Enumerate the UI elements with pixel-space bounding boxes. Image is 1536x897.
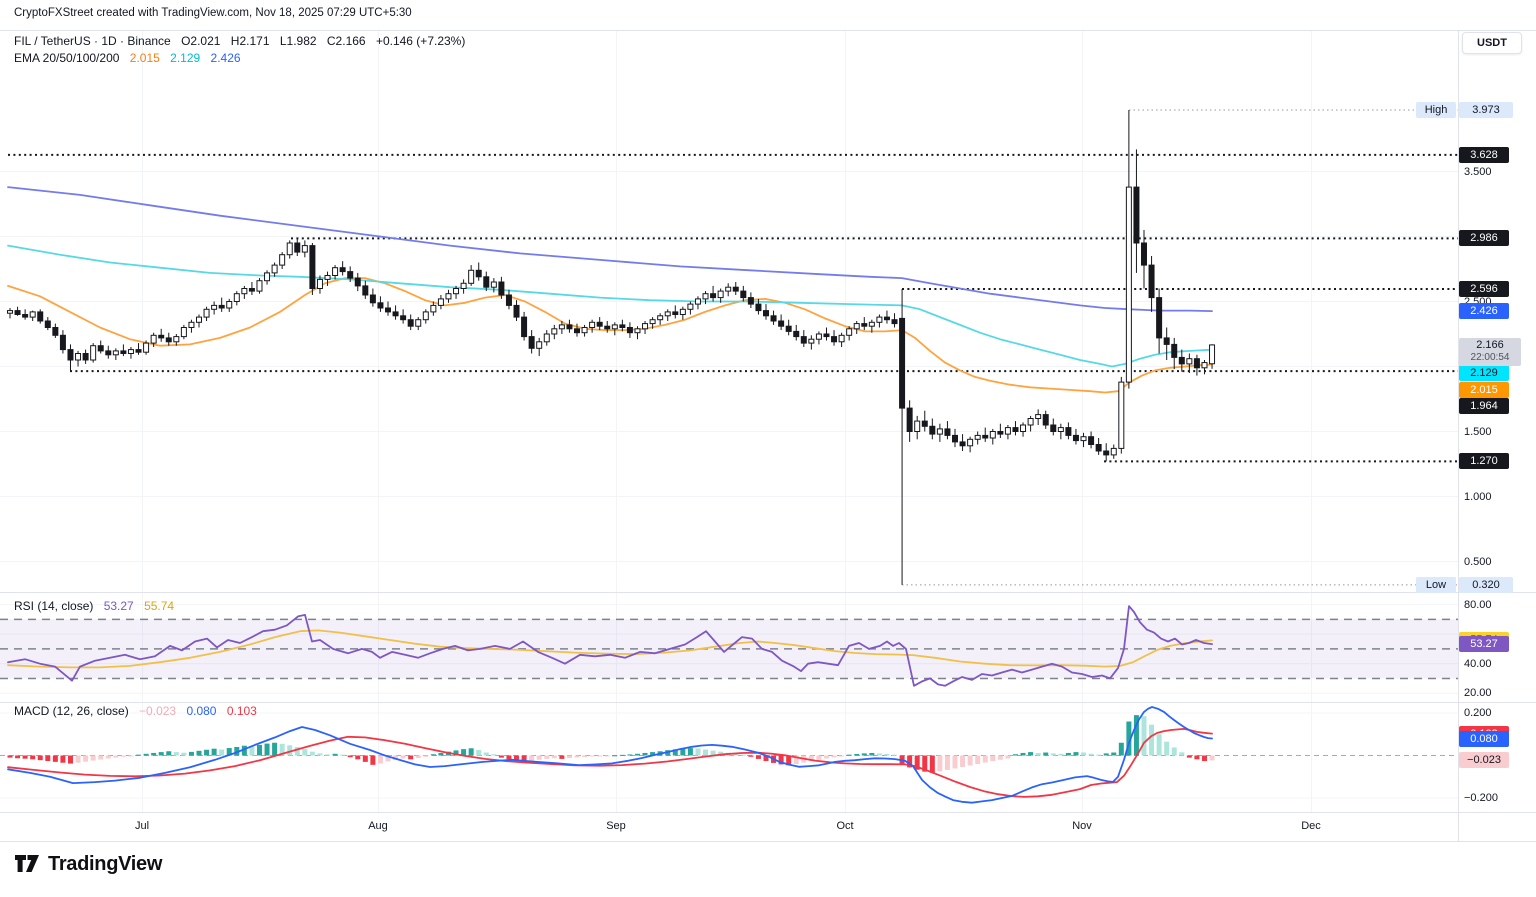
rsi-tick-80.00: 80.00 (1464, 597, 1492, 613)
high-value-label: 3.973 (1459, 102, 1513, 118)
price-label-2.986: 2.986 (1459, 230, 1509, 246)
time-label-jul[interactable]: Jul (135, 820, 149, 832)
gridlines (0, 30, 1458, 812)
rsi-value: 53.27 (104, 599, 134, 613)
price-label-1.270: 1.270 (1459, 453, 1509, 469)
high-label: High (1416, 102, 1456, 118)
attribution-text: CryptoFXStreet created with TradingView.… (14, 7, 412, 19)
ema200-value: 2.426 (211, 51, 241, 65)
ema200-line (8, 187, 1212, 311)
price-label-2.129: 2.129 (1459, 365, 1509, 381)
macd-legend-row: MACD (12, 26, close) −0.023 0.080 0.103 (14, 704, 264, 718)
price-label-2.426: 2.426 (1459, 303, 1509, 319)
ohlc-change: +0.146 (+7.23%) (376, 34, 465, 48)
macd-label-−0.023: −0.023 (1459, 752, 1509, 768)
price-label-2.015: 2.015 (1459, 382, 1509, 398)
macd-legend-label[interactable]: MACD (12, 26, close) (14, 704, 129, 718)
low-value-label: 0.320 (1459, 577, 1513, 593)
tradingview-logo[interactable]: TradingView (14, 852, 162, 876)
price-label-1.964: 1.964 (1459, 398, 1509, 414)
ema-legend-row: EMA 20/50/100/200 2.015 2.129 2.426 (14, 51, 248, 65)
macd-histogram-value: −0.023 (139, 704, 176, 718)
price-tick-3.500: 3.500 (1464, 164, 1492, 180)
symbol-title[interactable]: FIL / TetherUS · 1D · Binance (14, 34, 171, 48)
tradingview-chart-window: CryptoFXStreet created with TradingView.… (0, 0, 1536, 897)
chart-canvas[interactable] (0, 0, 1536, 897)
rsi-legend-label[interactable]: RSI (14, close) (14, 599, 93, 613)
macd-tick-−0.200: −0.200 (1464, 790, 1498, 806)
ema50-value: 2.129 (170, 51, 200, 65)
symbol-info-row: FIL / TetherUS · 1D · Binance O2.021 H2.… (14, 34, 472, 48)
rsi-legend-row: RSI (14, close) 53.27 55.74 (14, 599, 181, 613)
time-label-oct[interactable]: Oct (836, 820, 853, 832)
ohlc-high: H2.171 (231, 34, 270, 48)
macd-signal-value: 0.103 (227, 704, 257, 718)
price-tick-0.500: 0.500 (1464, 554, 1492, 570)
current-price-value: 2.166 (1459, 338, 1521, 352)
macd-line-value: 0.080 (186, 704, 216, 718)
ema100-line (8, 246, 1212, 367)
bar-countdown: 22:00:54 (1459, 352, 1521, 364)
rsi-tick-20.00: 20.00 (1464, 685, 1492, 701)
ema20-line (8, 278, 1212, 392)
price-level-lines (8, 110, 1458, 585)
low-label: Low (1416, 577, 1456, 593)
ema-legend-label[interactable]: EMA 20/50/100/200 (14, 51, 119, 65)
price-tick-1.000: 1.000 (1464, 489, 1492, 505)
rsi-label-53.27: 53.27 (1459, 636, 1509, 652)
ohlc-close: C2.166 (327, 34, 366, 48)
rsi-ma-value: 55.74 (144, 599, 174, 613)
time-label-aug[interactable]: Aug (368, 820, 388, 832)
macd-label-0.080: 0.080 (1459, 731, 1509, 747)
rsi-tick-40.00: 40.00 (1464, 656, 1492, 672)
ema20-value: 2.015 (130, 51, 160, 65)
macd-tick-0.200: 0.200 (1464, 705, 1492, 721)
price-tick-1.500: 1.500 (1464, 424, 1492, 440)
tradingview-logo-icon (14, 852, 40, 876)
price-label-2.596: 2.596 (1459, 281, 1509, 297)
macd-series (8, 707, 1215, 803)
time-label-dec[interactable]: Dec (1301, 820, 1321, 832)
pane-separators (0, 30, 1536, 842)
ema-lines (8, 187, 1212, 392)
ohlc-open: O2.021 (181, 34, 220, 48)
time-label-nov[interactable]: Nov (1072, 820, 1092, 832)
ohlc-low: L1.982 (280, 34, 317, 48)
time-label-sep[interactable]: Sep (606, 820, 626, 832)
price-label-3.628: 3.628 (1459, 147, 1509, 163)
current-price-label: 2.16622:00:54 (1459, 338, 1521, 366)
tradingview-logo-text: TradingView (48, 853, 162, 876)
